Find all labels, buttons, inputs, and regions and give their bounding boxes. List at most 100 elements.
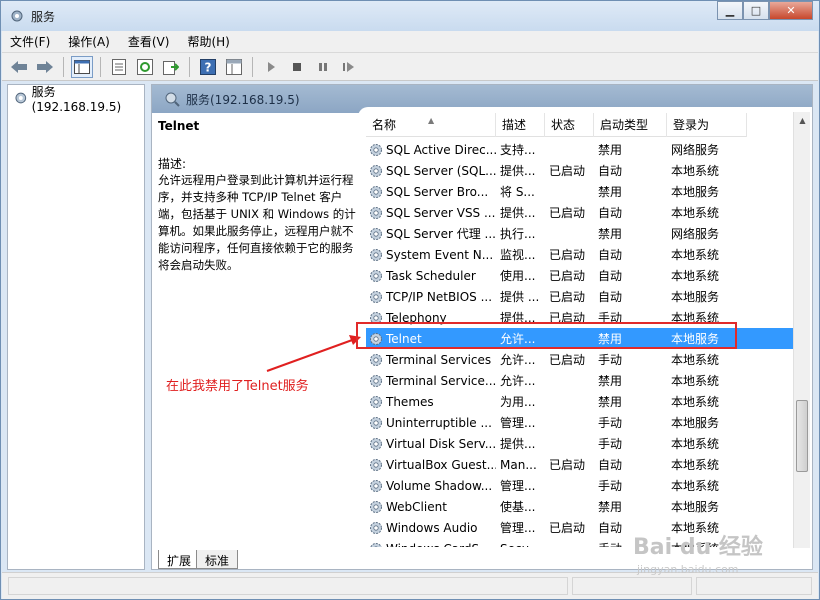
vertical-scrollbar[interactable]: ▲ xyxy=(793,112,810,548)
service-log-on-as: 本地系统 xyxy=(671,437,720,451)
export-list-icon[interactable] xyxy=(160,56,182,78)
service-log-on-as: 本地系统 xyxy=(671,206,720,220)
scroll-up-icon[interactable]: ▲ xyxy=(794,112,811,129)
refresh-icon[interactable] xyxy=(134,56,156,78)
menu-file[interactable]: 文件(F) xyxy=(10,33,50,50)
close-button[interactable]: ✕ xyxy=(769,1,813,20)
service-log-on-as: 本地系统 xyxy=(671,458,720,472)
service-name: SQL Server (SQL... xyxy=(386,163,496,178)
service-gear-icon xyxy=(370,185,382,198)
service-description: Secu... xyxy=(496,542,545,548)
tab-extended[interactable]: 扩展 xyxy=(158,550,201,569)
status-cell xyxy=(696,577,812,595)
table-row[interactable]: Terminal Service... 允许... 禁用 本地系统 xyxy=(366,370,798,391)
table-row[interactable]: Virtual Disk Serv... 提供... 手动 本地系统 xyxy=(366,433,798,454)
service-name: System Event N... xyxy=(386,247,494,262)
play-icon[interactable] xyxy=(260,56,282,78)
table-row[interactable]: Volume Shadow... 管理... 手动 本地系统 xyxy=(366,475,798,496)
back-arrow-icon[interactable] xyxy=(8,56,30,78)
table-row[interactable]: SQL Server VSS ... 提供... 已启动 自动 本地系统 xyxy=(366,202,798,223)
service-startup-type: 禁用 xyxy=(598,500,623,514)
table-row[interactable]: SQL Server (SQL... 提供... 已启动 自动 本地系统 xyxy=(366,160,798,181)
service-name-cell: SQL Server (SQL... xyxy=(366,163,496,179)
table-row[interactable]: TCP/IP NetBIOS ... 提供 ... 已启动 自动 本地服务 xyxy=(366,286,798,307)
service-log-on-as: 本地系统 xyxy=(671,374,720,388)
minimize-button[interactable]: ▁ xyxy=(717,1,743,20)
service-name-cell: Terminal Services xyxy=(366,352,496,368)
restart-icon[interactable] xyxy=(338,56,360,78)
service-gear-icon xyxy=(370,164,382,177)
service-startup-type: 手动 xyxy=(598,353,623,367)
console-tree-icon[interactable] xyxy=(71,55,93,78)
services-gear-icon xyxy=(15,92,27,104)
service-status: 已启动 xyxy=(549,206,586,220)
menu-action[interactable]: 操作(A) xyxy=(68,33,110,50)
service-log-on-as: 本地系统 xyxy=(671,479,720,493)
service-startup-type: 手动 xyxy=(598,437,623,451)
table-row[interactable]: Task Scheduler 使用... 已启动 自动 本地系统 xyxy=(366,265,798,286)
scroll-thumb[interactable] xyxy=(796,400,808,472)
table-row[interactable]: VirtualBox Guest... Man... 已启动 自动 本地系统 xyxy=(366,454,798,475)
service-status: 已启动 xyxy=(549,458,586,472)
service-gear-icon xyxy=(370,227,382,240)
table-row[interactable]: Uninterruptible ... 管理... 手动 本地服务 xyxy=(366,412,798,433)
view-icon[interactable] xyxy=(223,56,245,78)
maximize-button[interactable]: □ xyxy=(743,1,769,20)
table-row[interactable]: SQL Server Bro... 将 S... 禁用 本地服务 xyxy=(366,181,798,202)
service-description: 允许... xyxy=(500,353,536,367)
service-name: SQL Server Bro... xyxy=(386,184,489,199)
column-status[interactable]: 状态 xyxy=(545,113,594,137)
table-row[interactable]: Themes 为用... 禁用 本地系统 xyxy=(366,391,798,412)
column-status-label: 状态 xyxy=(551,118,576,132)
pane-title: 服务(192.168.19.5) xyxy=(186,92,300,107)
menu-bar: 文件(F) 操作(A) 查看(V) 帮助(H) xyxy=(2,31,818,53)
service-name-cell: System Event N... xyxy=(366,247,496,263)
table-row[interactable]: System Event N... 监视... 已启动 自动 本地系统 xyxy=(366,244,798,265)
column-description[interactable]: 描述 xyxy=(496,113,545,137)
services-gear-icon xyxy=(11,10,23,22)
tree-item-services[interactable]: 服务(192.168.19.5) xyxy=(12,85,144,114)
service-name: Volume Shadow... xyxy=(386,478,493,493)
pause-icon[interactable] xyxy=(312,56,334,78)
service-name-cell: SQL Server VSS ... xyxy=(366,205,496,221)
service-status: 已启动 xyxy=(549,353,586,367)
service-log-on-as: 本地服务 xyxy=(671,290,720,304)
status-bar xyxy=(2,572,818,599)
selected-service-name: Telnet xyxy=(158,119,200,133)
column-log-on-as[interactable]: 登录为 xyxy=(667,113,747,137)
service-status: 已启动 xyxy=(549,521,586,535)
service-log-on-as: 网络服务 xyxy=(671,143,720,157)
table-row[interactable]: SQL Server 代理 ... 执行... 禁用 网络服务 xyxy=(366,223,798,244)
title-bar: 服务 ▁ □ ✕ xyxy=(1,1,819,31)
service-name: SQL Server VSS ... xyxy=(386,205,496,220)
table-row[interactable]: Terminal Services 允许... 已启动 手动 本地系统 xyxy=(366,349,798,370)
sort-caret-icon: ▲ xyxy=(428,116,435,125)
help-icon[interactable]: ? xyxy=(197,56,219,78)
service-description: 允许... xyxy=(500,374,536,388)
baidu-watermark-url: jingyan.baidu.com xyxy=(637,563,739,576)
magnifier-gear-icon xyxy=(165,92,180,107)
menu-help[interactable]: 帮助(H) xyxy=(187,33,229,50)
service-name-cell: Windows CardS... xyxy=(366,541,496,547)
table-row[interactable]: WebClient 使基... 禁用 本地服务 xyxy=(366,496,798,517)
tab-standard[interactable]: 标准 xyxy=(196,550,239,569)
table-row[interactable]: SQL Active Direc... 支持... 禁用 网络服务 xyxy=(366,139,798,160)
column-startup-type[interactable]: 启动类型 xyxy=(594,113,667,137)
window-title: 服务 xyxy=(31,10,56,24)
service-name-cell: SQL Active Direc... xyxy=(366,142,496,158)
properties-icon[interactable] xyxy=(108,56,130,78)
stop-icon[interactable] xyxy=(286,56,308,78)
column-name[interactable]: ▲ 名称 xyxy=(366,113,496,137)
tree-item-label: 服务(192.168.19.5) xyxy=(31,84,122,114)
service-name-cell: Themes xyxy=(366,394,496,410)
service-description: 支持... xyxy=(500,143,536,157)
column-description-label: 描述 xyxy=(502,118,527,132)
forward-arrow-icon[interactable] xyxy=(34,56,56,78)
service-gear-icon xyxy=(370,479,382,492)
service-description: 为用... xyxy=(500,395,536,409)
service-name-cell: Volume Shadow... xyxy=(366,478,496,494)
service-startup-type: 禁用 xyxy=(598,395,623,409)
service-name: Uninterruptible ... xyxy=(386,415,492,430)
menu-view[interactable]: 查看(V) xyxy=(128,33,170,50)
service-startup-type: 手动 xyxy=(598,416,623,430)
